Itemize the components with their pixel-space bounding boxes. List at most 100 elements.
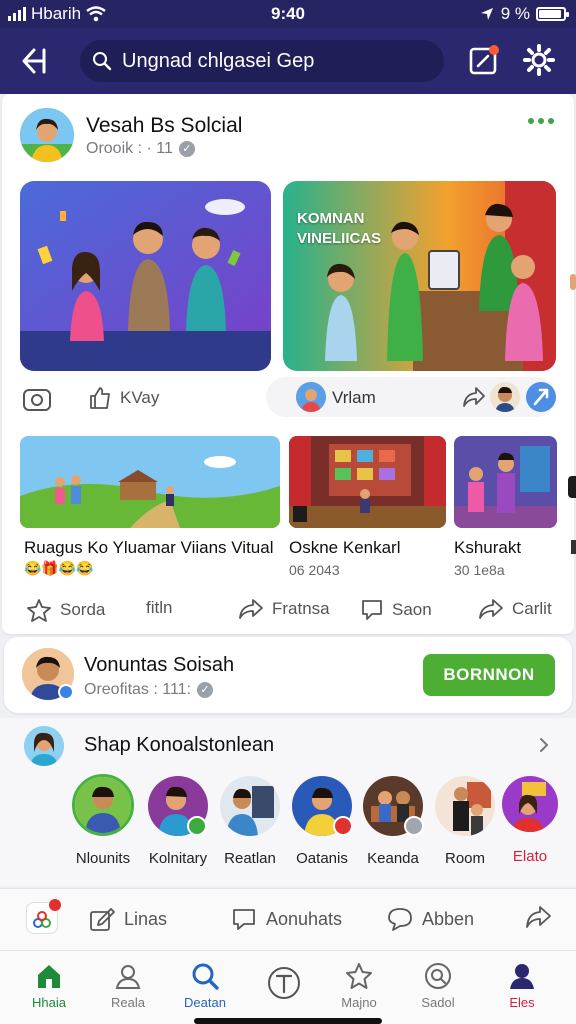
edit-icon	[90, 908, 115, 931]
bar-action-aonuhats-label: Aonuhats	[266, 908, 343, 929]
story-avatar	[220, 776, 280, 836]
bottom-navigation: Hhaia Reala Deatan Majno Sadol Eles	[0, 950, 576, 1024]
bar-action-linas-label: Linas	[124, 908, 168, 929]
story-badge-icon	[404, 816, 424, 836]
gear-icon[interactable]	[522, 43, 556, 77]
profile-name[interactable]: Vonuntas Soisah	[84, 654, 234, 677]
story-label: Kolnitary	[148, 850, 208, 867]
media-thumb-2[interactable]	[289, 436, 446, 528]
chevron-right-icon[interactable]	[536, 736, 552, 754]
post-meta-text: Orooik : · 11	[86, 140, 173, 157]
post-author-name[interactable]: Vesah Bs Solcial	[86, 114, 242, 138]
action-carlit[interactable]: Carlit	[478, 598, 552, 620]
battery-icon	[536, 7, 569, 21]
profile-meta: Oreofitas : 111: ✓	[84, 681, 214, 699]
story-label: Reatlan	[224, 850, 276, 867]
story-item[interactable]: Reatlan	[211, 776, 289, 867]
action-carlit-label: Carlit	[512, 599, 552, 618]
media-thumb-3[interactable]	[454, 436, 557, 528]
action-sorda[interactable]: Sorda	[26, 598, 105, 622]
next-icon[interactable]	[526, 382, 556, 412]
media-thumb-1[interactable]	[20, 436, 280, 528]
location-icon	[480, 8, 493, 20]
star-icon	[27, 599, 51, 622]
view-label: Vrlam	[332, 388, 376, 407]
share-icon[interactable]	[468, 44, 500, 76]
more-options-icon[interactable]	[528, 118, 554, 124]
media-title-1: Ruagus Ko Yluamar Viians Vitual	[24, 538, 274, 557]
search-icon	[192, 963, 219, 990]
nav-deatan[interactable]: Deatan	[173, 961, 237, 1010]
media-meta-2: 06 2043	[289, 562, 340, 578]
apps-icon[interactable]	[26, 899, 61, 934]
story-avatar	[502, 776, 558, 832]
story-item[interactable]: Nlounits	[64, 774, 142, 867]
nav-majno[interactable]: Majno	[327, 961, 391, 1010]
nav-text[interactable]	[252, 965, 316, 1005]
nav-deatan-label: Deatan	[184, 995, 226, 1010]
action-saon[interactable]: Saon	[360, 598, 432, 622]
media-title-2: Oskne Kenkarl	[289, 538, 401, 557]
story-label: Elato	[512, 848, 548, 865]
post-author-avatar[interactable]	[20, 108, 74, 162]
status-bar: Hbarih 9:40 9 %	[0, 0, 576, 28]
app-bar	[0, 28, 576, 94]
friend-avatar[interactable]	[490, 382, 520, 412]
action-sorda-label: Sorda	[60, 600, 106, 619]
search-icon	[93, 52, 112, 71]
nav-reala[interactable]: Reala	[96, 961, 160, 1010]
share-arrow-icon[interactable]	[462, 386, 486, 408]
thumb-up-icon	[90, 387, 110, 409]
story-avatar	[72, 774, 134, 836]
story-item[interactable]: Elato	[491, 776, 569, 865]
user-icon	[115, 965, 141, 989]
media-title-3: Kshurakt	[454, 538, 522, 557]
notification-dot-icon	[49, 899, 61, 911]
follow-button[interactable]: BORNNON	[423, 654, 555, 696]
post-image-party[interactable]	[20, 181, 271, 371]
nav-sadol-label: Sadol	[421, 995, 455, 1010]
media-meta-3: 30 1e8a	[454, 562, 505, 578]
stories-avatar[interactable]	[24, 726, 64, 766]
stories-title: Shap Konoalstonlean	[84, 734, 275, 756]
action-fratnsa[interactable]: Fratnsa	[238, 598, 330, 620]
nav-eles[interactable]: Eles	[490, 961, 554, 1010]
nav-home-label: Hhaia	[32, 995, 66, 1010]
action-fitln-label: fitln	[146, 598, 173, 617]
camera-icon[interactable]	[22, 384, 54, 412]
verified-icon: ✓	[197, 681, 214, 698]
share-arrow-icon	[479, 599, 503, 619]
nav-majno-label: Majno	[341, 995, 377, 1010]
post-image-featured[interactable]: KOMNAN VINELIICAS	[283, 181, 556, 371]
bar-action-aonuhats[interactable]: Aonuhats	[230, 906, 342, 932]
profile-icon	[510, 964, 534, 989]
story-item[interactable]: Keanda	[354, 776, 432, 867]
share-arrow-icon[interactable]	[524, 904, 552, 930]
story-label: Nlounits	[75, 850, 131, 867]
search-bar[interactable]	[80, 40, 444, 82]
media-peek	[568, 476, 576, 498]
nav-eles-label: Eles	[509, 995, 535, 1010]
like-action[interactable]: KVay	[88, 386, 159, 410]
status-right: 9 %	[479, 4, 569, 24]
story-item[interactable]: Oatanis	[283, 776, 361, 867]
bar-action-linas[interactable]: Linas	[88, 906, 167, 932]
story-label: Keanda	[367, 850, 419, 867]
media-title-peek	[571, 540, 576, 554]
search-circle-icon	[425, 963, 451, 989]
home-indicator[interactable]	[194, 1018, 382, 1024]
comment-icon	[362, 600, 382, 620]
action-fratnsa-label: Fratnsa	[272, 599, 330, 618]
story-item[interactable]: Kolnitary	[139, 776, 217, 867]
nav-home[interactable]: Hhaia	[17, 961, 81, 1010]
nav-sadol[interactable]: Sadol	[406, 961, 470, 1010]
comment-icon	[233, 909, 255, 930]
bar-action-abben-label: Abben	[422, 908, 475, 929]
bar-action-abben[interactable]: Abben	[386, 906, 474, 932]
action-saon-label: Saon	[392, 600, 432, 619]
story-badge-icon	[333, 816, 353, 836]
search-input[interactable]	[122, 49, 422, 73]
action-fitln[interactable]: fitln	[146, 598, 172, 618]
featured-title: KOMNAN VINELIICAS	[297, 210, 382, 247]
back-arrow-icon[interactable]	[20, 42, 58, 80]
